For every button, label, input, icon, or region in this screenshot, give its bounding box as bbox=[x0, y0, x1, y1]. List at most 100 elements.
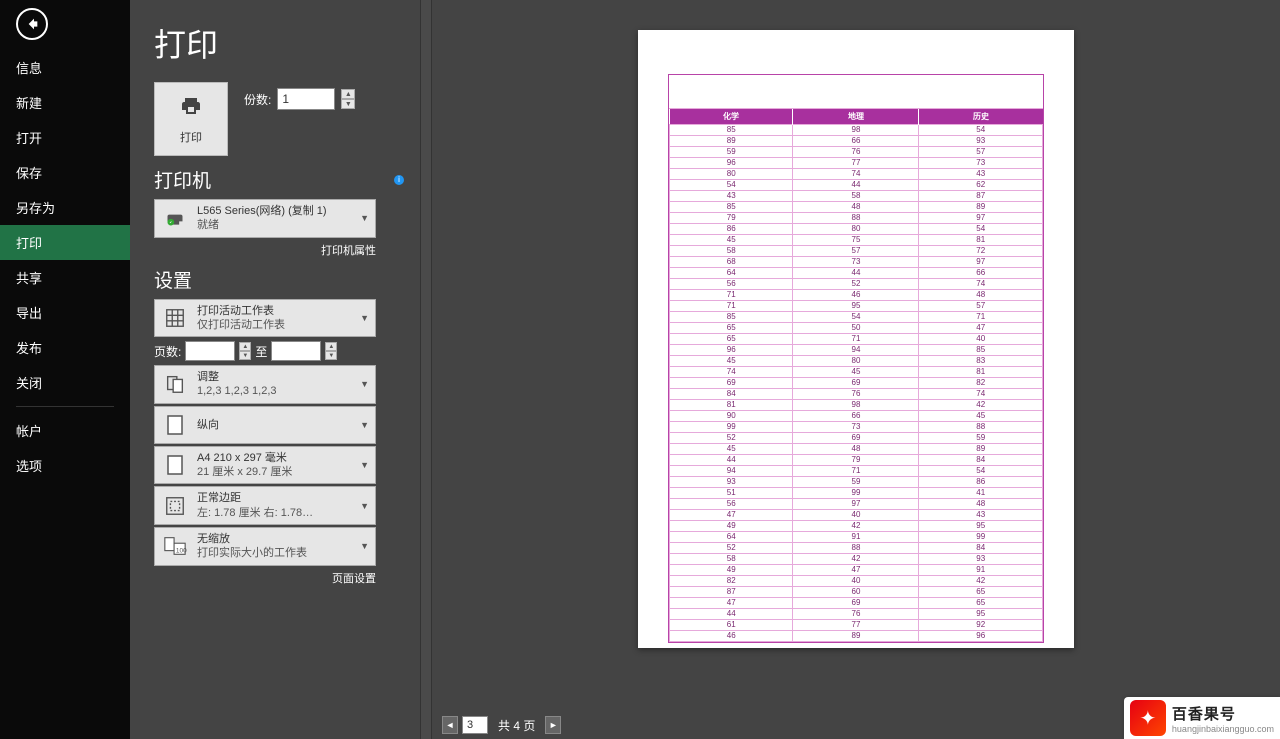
table-header: 地理 bbox=[793, 109, 919, 125]
printer-info-icon[interactable]: i bbox=[394, 175, 404, 185]
page-range-label: 页数: bbox=[154, 343, 181, 360]
page-setup-link[interactable]: 页面设置 bbox=[154, 570, 376, 586]
table-row: 744581 bbox=[670, 367, 1043, 378]
orientation-select[interactable]: 纵向 ▼ bbox=[154, 406, 376, 444]
table-header: 化学 bbox=[670, 109, 793, 125]
table-row: 644466 bbox=[670, 268, 1043, 279]
next-page-button[interactable]: ► bbox=[545, 716, 561, 734]
print-button[interactable]: 打印 bbox=[154, 82, 228, 156]
sidebar-item[interactable]: 打开 bbox=[0, 120, 130, 155]
table-row: 807443 bbox=[670, 169, 1043, 180]
page-title: 打印 bbox=[154, 20, 410, 66]
table-row: 859854 bbox=[670, 125, 1043, 136]
page-from-spinner[interactable]: ▲▼ bbox=[239, 342, 251, 360]
table-row: 876065 bbox=[670, 587, 1043, 598]
chevron-down-icon: ▼ bbox=[360, 313, 369, 323]
sidebar-item[interactable]: 导出 bbox=[0, 295, 130, 330]
copies-label: 份数: bbox=[244, 91, 271, 108]
table-row: 714648 bbox=[670, 290, 1043, 301]
copies-input[interactable] bbox=[277, 88, 335, 110]
printer-section-title: 打印机 bbox=[154, 166, 211, 193]
table-row: 565274 bbox=[670, 279, 1043, 290]
printer-icon bbox=[177, 94, 205, 125]
table-row: 584293 bbox=[670, 554, 1043, 565]
preview-table: 化学地理历史 859854896693597657967773807443544… bbox=[669, 109, 1043, 642]
printer-device-icon bbox=[161, 204, 189, 232]
sidebar-item[interactable]: 选项 bbox=[0, 448, 130, 483]
chevron-down-icon: ▼ bbox=[360, 213, 369, 223]
sidebar-item[interactable]: 另存为 bbox=[0, 190, 130, 225]
table-row: 798897 bbox=[670, 213, 1043, 224]
page-to-spinner[interactable]: ▲▼ bbox=[325, 342, 337, 360]
chevron-down-icon: ▼ bbox=[360, 501, 369, 511]
table-row: 528884 bbox=[670, 543, 1043, 554]
sidebar-item[interactable]: 打印 bbox=[0, 225, 130, 260]
table-row: 447984 bbox=[670, 455, 1043, 466]
copies-spinner[interactable]: ▲▼ bbox=[341, 89, 355, 109]
printer-status: 就绪 bbox=[197, 218, 356, 232]
table-row: 454889 bbox=[670, 444, 1043, 455]
table-row: 494295 bbox=[670, 521, 1043, 532]
page-to-input[interactable] bbox=[271, 341, 321, 361]
watermark-url: huangjinbaixiangguo.com bbox=[1172, 724, 1274, 734]
table-row: 435887 bbox=[670, 191, 1043, 202]
preview-page: 化学地理历史 859854896693597657967773807443544… bbox=[638, 30, 1074, 648]
table-row: 655047 bbox=[670, 323, 1043, 334]
chevron-down-icon: ▼ bbox=[360, 460, 369, 470]
prev-page-button[interactable]: ◄ bbox=[442, 716, 458, 734]
sidebar-item[interactable]: 发布 bbox=[0, 330, 130, 365]
table-row: 519941 bbox=[670, 488, 1043, 499]
table-row: 847674 bbox=[670, 389, 1043, 400]
table-row: 476965 bbox=[670, 598, 1043, 609]
printer-properties-link[interactable]: 打印机属性 bbox=[154, 242, 376, 258]
table-row: 969485 bbox=[670, 345, 1043, 356]
table-row: 617792 bbox=[670, 620, 1043, 631]
margins-icon bbox=[161, 492, 189, 520]
printer-name: L565 Series(网络) (复制 1) bbox=[197, 204, 356, 218]
sidebar-item[interactable]: 共享 bbox=[0, 260, 130, 295]
sidebar-item[interactable]: 关闭 bbox=[0, 365, 130, 400]
page-from-input[interactable] bbox=[185, 341, 235, 361]
worksheet-icon bbox=[161, 304, 189, 332]
paper-size-select[interactable]: A4 210 x 297 毫米 21 厘米 x 29.7 厘米 ▼ bbox=[154, 446, 376, 485]
table-row: 544462 bbox=[670, 180, 1043, 191]
table-row: 494791 bbox=[670, 565, 1043, 576]
sidebar-item[interactable]: 信息 bbox=[0, 50, 130, 85]
printer-select[interactable]: L565 Series(网络) (复制 1) 就绪 ▼ bbox=[154, 199, 376, 238]
table-row: 649199 bbox=[670, 532, 1043, 543]
paper-size-icon bbox=[161, 451, 189, 479]
table-row: 696982 bbox=[670, 378, 1043, 389]
collate-select[interactable]: 调整 1,2,3 1,2,3 1,2,3 ▼ bbox=[154, 365, 376, 404]
margins-select[interactable]: 正常边距 左: 1.78 厘米 右: 1.78… ▼ bbox=[154, 486, 376, 525]
nav-separator bbox=[16, 406, 114, 407]
svg-text:100: 100 bbox=[176, 548, 187, 555]
table-row: 657140 bbox=[670, 334, 1043, 345]
table-row: 935986 bbox=[670, 477, 1043, 488]
table-row: 896693 bbox=[670, 136, 1043, 147]
table-row: 906645 bbox=[670, 411, 1043, 422]
page-range-to-label: 至 bbox=[255, 343, 267, 360]
sidebar-item[interactable]: 帐户 bbox=[0, 413, 130, 448]
orientation-portrait-icon bbox=[161, 411, 189, 439]
sidebar-item[interactable]: 新建 bbox=[0, 85, 130, 120]
watermark-logo-icon: ✦ bbox=[1130, 700, 1166, 736]
table-row: 468996 bbox=[670, 631, 1043, 642]
print-area-select[interactable]: 打印活动工作表 仅打印活动工作表 ▼ bbox=[154, 299, 376, 338]
table-row: 585772 bbox=[670, 246, 1043, 257]
table-row: 457581 bbox=[670, 235, 1043, 246]
table-row: 447695 bbox=[670, 609, 1043, 620]
table-row: 868054 bbox=[670, 224, 1043, 235]
table-row: 947154 bbox=[670, 466, 1043, 477]
chevron-down-icon: ▼ bbox=[360, 420, 369, 430]
back-button[interactable] bbox=[16, 8, 48, 40]
table-row: 597657 bbox=[670, 147, 1043, 158]
current-page-input[interactable] bbox=[462, 716, 488, 734]
chevron-down-icon: ▼ bbox=[360, 541, 369, 551]
chevron-down-icon: ▼ bbox=[360, 379, 369, 389]
vertical-scrollbar[interactable] bbox=[420, 0, 432, 739]
table-row: 819842 bbox=[670, 400, 1043, 411]
scaling-select[interactable]: 100 无缩放 打印实际大小的工作表 ▼ bbox=[154, 527, 376, 566]
table-row: 997388 bbox=[670, 422, 1043, 433]
collate-icon bbox=[161, 370, 189, 398]
sidebar-item[interactable]: 保存 bbox=[0, 155, 130, 190]
